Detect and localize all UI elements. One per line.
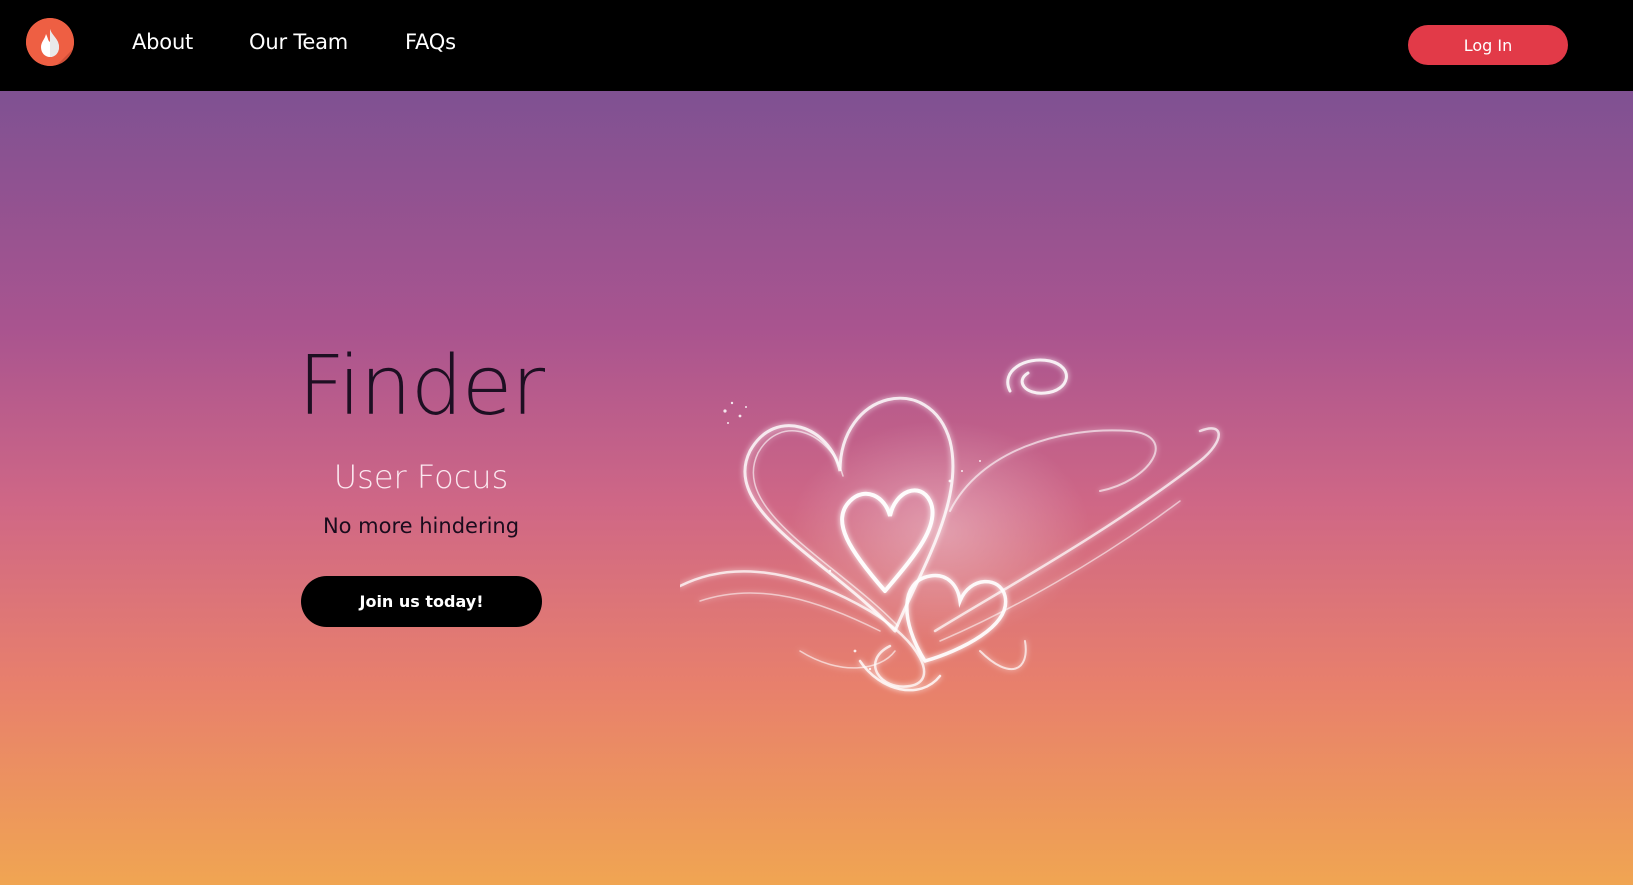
hero-subtitle: User Focus bbox=[333, 458, 509, 496]
join-button[interactable]: Join us today! bbox=[301, 576, 542, 627]
flame-logo-icon[interactable] bbox=[26, 18, 74, 66]
nav-link-faqs[interactable]: FAQs bbox=[405, 30, 456, 54]
hero-tagline: No more hindering bbox=[322, 514, 520, 538]
hero-section: Finder User Focus No more hindering Join… bbox=[0, 91, 1633, 885]
top-navbar: About Our Team FAQs Log In bbox=[0, 0, 1633, 91]
glowing-hearts-illustration bbox=[678, 331, 1250, 711]
nav-link-about[interactable]: About bbox=[132, 30, 193, 54]
login-button[interactable]: Log In bbox=[1408, 25, 1568, 65]
nav-link-our-team[interactable]: Our Team bbox=[249, 30, 348, 54]
hero-title: Finder bbox=[297, 339, 545, 434]
